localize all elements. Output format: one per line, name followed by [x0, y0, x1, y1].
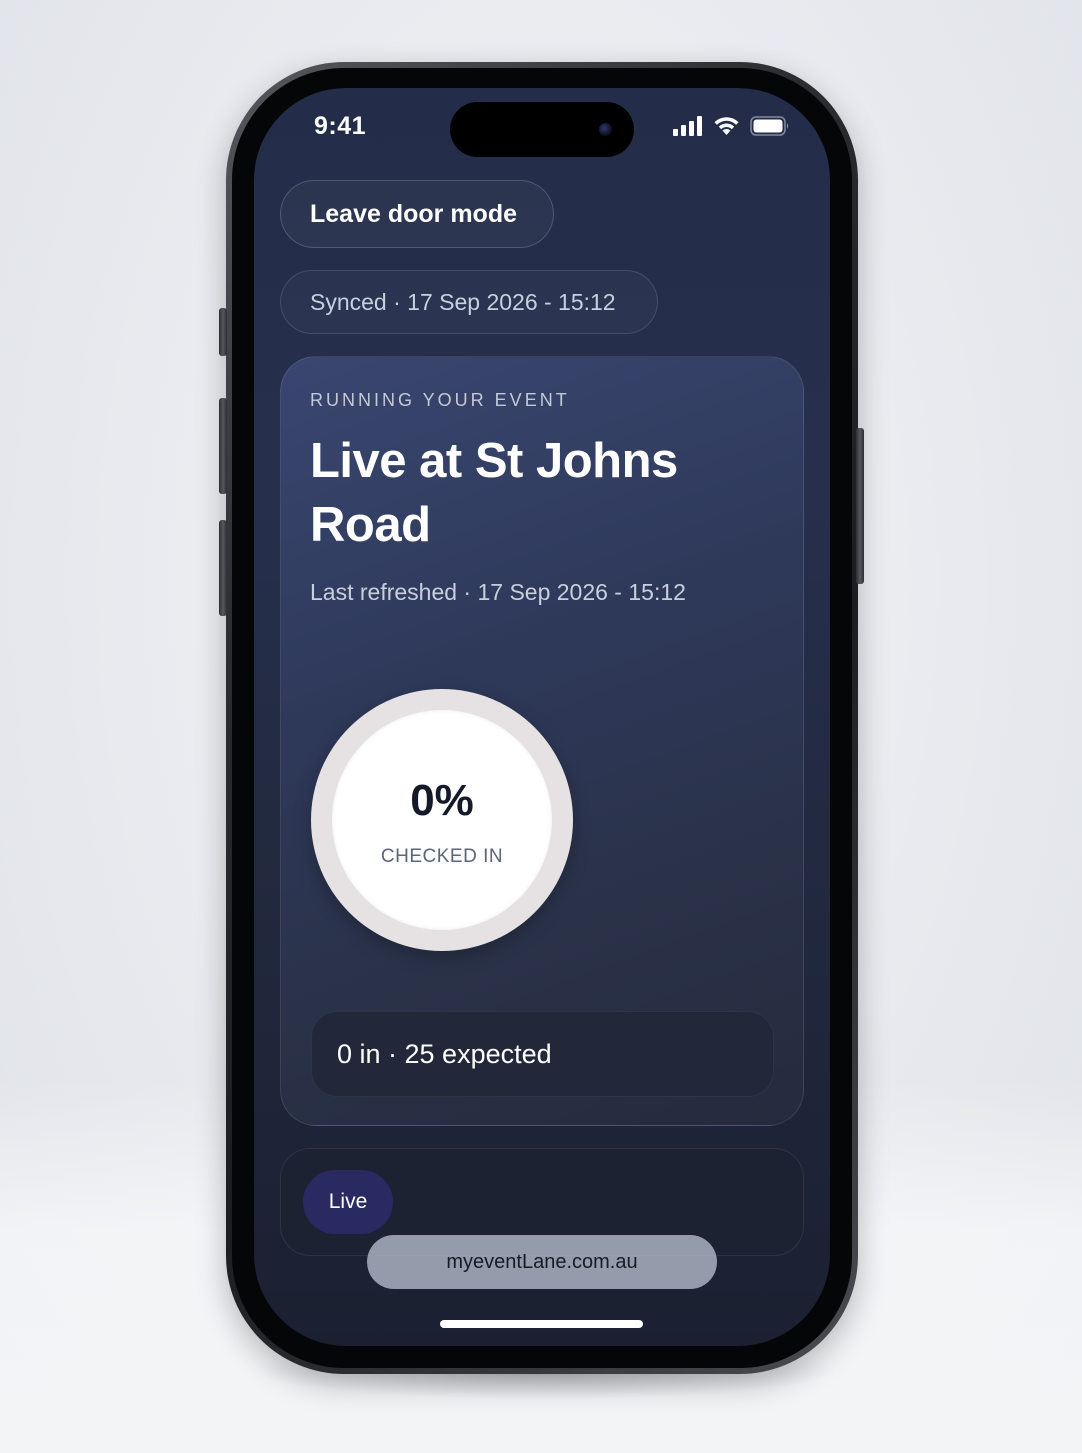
- event-eyebrow: RUNNING YOUR EVENT: [310, 390, 570, 410]
- checked-in-label: CHECKED IN: [380, 846, 504, 867]
- browser-url-text: myeventLane.com.au: [446, 1250, 638, 1273]
- last-refreshed-text: Last refreshed · 17 Sep 2026 - 15:12: [310, 579, 686, 605]
- power-button: [856, 428, 864, 584]
- checked-in-progress-ring: 0% CHECKED IN: [311, 689, 573, 951]
- live-chip-label: Live: [328, 1190, 368, 1213]
- action-button: [219, 308, 227, 356]
- volume-down-button: [219, 520, 227, 616]
- leave-door-mode-label: Leave door mode: [310, 199, 517, 228]
- sync-status-text: Synced · 17 Sep 2026 - 15:12: [310, 288, 616, 315]
- browser-url-bar[interactable]: myeventLane.com.au: [367, 1235, 717, 1289]
- attendance-count-box: 0 in · 25 expected: [311, 1011, 774, 1097]
- attendance-count-text: 0 in · 25 expected: [337, 1038, 552, 1069]
- event-title: Live at St Johns Road: [310, 434, 678, 552]
- phone-screen: 9:41 Leave door mode Synced · 17 Sep 202…: [254, 88, 830, 1346]
- wifi-icon: [714, 117, 739, 135]
- leave-door-mode-button[interactable]: Leave door mode: [280, 180, 554, 248]
- home-indicator[interactable]: [440, 1320, 643, 1328]
- cellular-signal-icon: [673, 116, 702, 136]
- camera-icon: [599, 123, 612, 136]
- checked-in-percent: 0%: [410, 776, 474, 825]
- dynamic-island: [450, 102, 634, 157]
- checked-in-ring-center: 0% CHECKED IN: [332, 710, 552, 930]
- volume-up-button: [219, 398, 227, 494]
- event-card: RUNNING YOUR EVENT Live at St Johns Road…: [280, 356, 804, 1126]
- sync-status-pill: Synced · 17 Sep 2026 - 15:12: [280, 270, 658, 334]
- live-status-chip[interactable]: Live: [303, 1170, 393, 1234]
- status-icons: [673, 116, 790, 136]
- status-time: 9:41: [314, 112, 367, 140]
- battery-icon: [750, 116, 789, 136]
